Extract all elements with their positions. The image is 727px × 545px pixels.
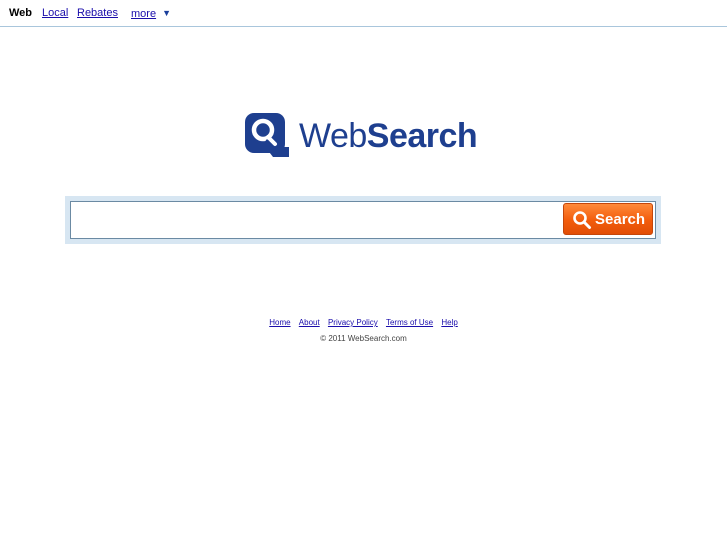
footer-link-home[interactable]: Home <box>269 318 290 327</box>
copyright: © 2011 WebSearch.com <box>320 334 407 343</box>
more-label[interactable]: more <box>131 8 156 20</box>
logo-text-web: Web <box>299 117 367 155</box>
more-menu[interactable]: more ▼ <box>131 7 171 21</box>
footer-link-about[interactable]: About <box>299 318 320 327</box>
logo-text-search: Search <box>366 117 478 155</box>
chevron-down-icon[interactable]: ▼ <box>162 7 171 20</box>
search-button-label: Search <box>595 211 646 228</box>
tab-web[interactable]: Web <box>9 7 32 20</box>
websearch-logo: WebSearch <box>245 113 485 159</box>
tab-rebates[interactable]: Rebates <box>77 7 118 20</box>
magnifier-q-icon <box>245 113 289 157</box>
logo-wordmark: WebSearch <box>299 117 478 155</box>
footer-link-terms-of-use[interactable]: Terms of Use <box>386 318 433 327</box>
footer-link-help[interactable]: Help <box>441 318 457 327</box>
top-nav: Web Local Rebates more ▼ <box>0 0 727 27</box>
search-icon <box>573 211 591 229</box>
search-button[interactable]: Search <box>563 203 653 235</box>
tab-local[interactable]: Local <box>42 7 68 20</box>
search-form: Search <box>65 196 661 244</box>
footer-links: Home About Privacy Policy Terms of Use H… <box>0 318 727 328</box>
footer-link-privacy-policy[interactable]: Privacy Policy <box>328 318 378 327</box>
